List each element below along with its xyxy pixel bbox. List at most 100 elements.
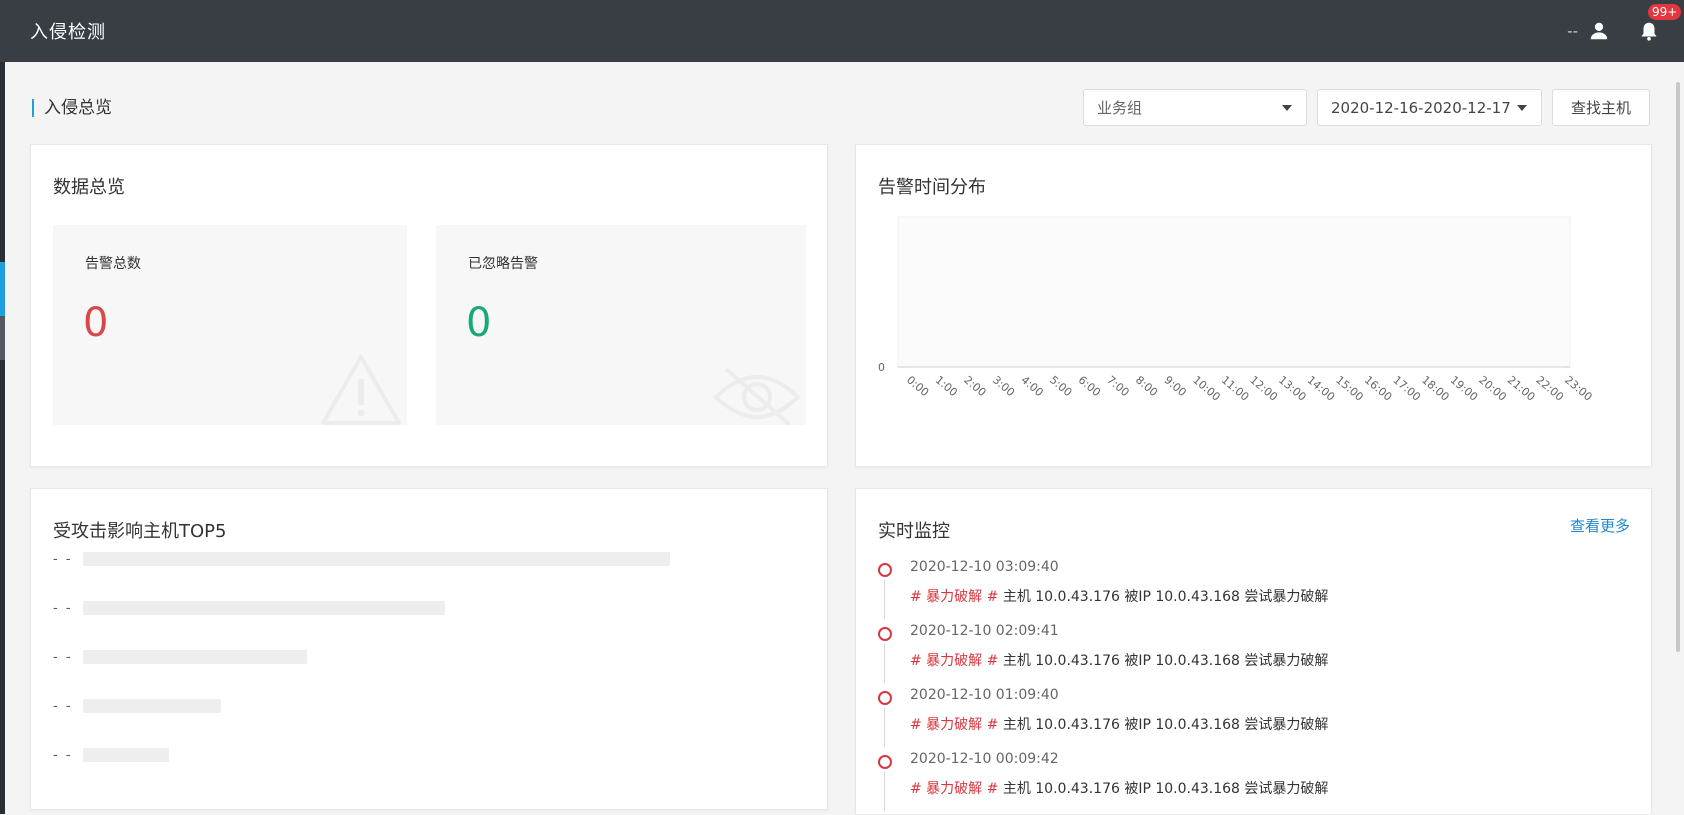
event-time: 2020-12-10 03:09:40 <box>910 559 1059 575</box>
x-tick-label: 15:00 <box>1333 373 1366 403</box>
event-text: 主机 10.0.43.176 被IP 10.0.43.168 尝试暴力破解 <box>998 717 1329 733</box>
top5-hosts-card: 受攻击影响主机TOP5 - - - - - - - - - - <box>30 488 828 810</box>
x-tick-label: 3:00 <box>990 373 1017 399</box>
filters: 业务组 2020-12-16-2020-12-17 查找主机 <box>1082 89 1650 126</box>
notification-bell[interactable]: 99+ <box>1636 4 1682 44</box>
event-message: # 暴力破解 # 主机 10.0.43.176 被IP 10.0.43.168 … <box>910 778 1328 798</box>
ignored-alerts-value: 0 <box>466 300 492 346</box>
top5-host-label: - - <box>53 698 73 714</box>
total-alerts-label: 告警总数 <box>85 256 141 272</box>
timeline-event[interactable]: 2020-12-10 02:09:41 # 暴力破解 # 主机 10.0.43.1… <box>878 623 1628 687</box>
x-tick-label: 1:00 <box>933 373 960 399</box>
top5-bar <box>83 748 169 762</box>
event-tag[interactable]: # 暴力破解 # <box>910 653 998 669</box>
notification-badge: 99+ <box>1648 4 1682 20</box>
realtime-monitor-card: 实时监控 查看更多 2020-12-10 03:09:40 # 暴力破解 # 主机… <box>855 488 1652 814</box>
caret-down-icon <box>1281 105 1292 111</box>
user-icon[interactable] <box>1586 18 1612 44</box>
y-tick-label: 0 <box>878 361 885 374</box>
view-more-link[interactable]: 查看更多 <box>1570 515 1630 536</box>
timeline-connector <box>884 771 885 811</box>
event-time: 2020-12-10 02:09:41 <box>910 623 1059 639</box>
section-title: 入侵总览 <box>32 99 112 117</box>
top5-bar <box>83 552 670 566</box>
timeline-dot-icon <box>878 691 892 705</box>
top5-bar <box>83 601 445 615</box>
caret-down-icon <box>1516 105 1527 111</box>
x-tick-label: 6:00 <box>1076 373 1103 399</box>
bell-icon <box>1641 22 1657 41</box>
top5-row[interactable]: - - <box>53 698 221 714</box>
top5-title: 受攻击影响主机TOP5 <box>53 521 227 542</box>
timeline-event[interactable]: 2020-12-10 01:09:40 # 暴力破解 # 主机 10.0.43.1… <box>878 687 1628 751</box>
x-tick-label: 18:00 <box>1419 373 1452 403</box>
x-tick-label: 10:00 <box>1190 373 1223 403</box>
event-tag[interactable]: # 暴力破解 # <box>910 717 998 733</box>
chart-plot-area <box>897 216 1571 368</box>
x-tick-label: 20:00 <box>1476 373 1509 403</box>
find-host-button[interactable]: 查找主机 <box>1551 89 1650 126</box>
top5-host-label: - - <box>53 747 73 763</box>
top-bar-right: -- 99+ <box>1567 4 1682 44</box>
time-distribution-card: 告警时间分布 0 0:00 1:00 2:00 3:00 4:00 5:00 6:00 7:00… <box>855 144 1652 467</box>
x-tick-label: 7:00 <box>1104 373 1131 399</box>
date-range-value: 2020-12-16-2020-12-17 <box>1330 98 1511 117</box>
x-tick-label: 23:00 <box>1562 373 1595 403</box>
top5-row[interactable]: - - <box>53 551 670 567</box>
timeline-dot-icon <box>878 563 892 577</box>
x-tick-label: 21:00 <box>1505 373 1538 403</box>
event-tag[interactable]: # 暴力破解 # <box>910 589 998 605</box>
event-text: 主机 10.0.43.176 被IP 10.0.43.168 尝试暴力破解 <box>998 589 1329 605</box>
alert-time-chart[interactable]: 0 0:00 1:00 2:00 3:00 4:00 5:00 6:00 7:00 8:00 9:0… <box>856 145 1653 468</box>
total-alerts-value: 0 <box>83 300 109 346</box>
x-tick-label: 8:00 <box>1133 373 1160 399</box>
ignored-alerts-label: 已忽略告警 <box>468 256 538 272</box>
app-title: 入侵检测 <box>30 22 106 43</box>
event-text: 主机 10.0.43.176 被IP 10.0.43.168 尝试暴力破解 <box>998 653 1329 669</box>
username[interactable]: -- <box>1567 22 1578 40</box>
total-alerts-box[interactable]: 告警总数 0 <box>53 225 407 425</box>
date-range-select[interactable]: 2020-12-16-2020-12-17 <box>1316 89 1542 126</box>
warning-icon <box>321 355 401 425</box>
timeline-event[interactable]: 2020-12-10 00:09:42 # 暴力破解 # 主机 10.0.43.1… <box>878 751 1628 815</box>
ignored-alerts-box[interactable]: 已忽略告警 0 <box>436 225 806 425</box>
timeline-connector <box>884 643 885 683</box>
sidebar-active-indicator[interactable] <box>0 262 5 316</box>
top5-row[interactable]: - - <box>53 747 169 763</box>
event-timeline: 2020-12-10 03:09:40 # 暴力破解 # 主机 10.0.43.1… <box>878 559 1628 815</box>
event-text: 主机 10.0.43.176 被IP 10.0.43.168 尝试暴力破解 <box>998 781 1329 797</box>
timeline-connector <box>884 707 885 747</box>
top5-bar <box>83 699 221 713</box>
event-message: # 暴力破解 # 主机 10.0.43.176 被IP 10.0.43.168 … <box>910 586 1328 606</box>
x-tick-label: 11:00 <box>1219 373 1252 403</box>
timeline-connector <box>884 579 885 619</box>
top5-row[interactable]: - - <box>53 649 307 665</box>
event-message: # 暴力破解 # 主机 10.0.43.176 被IP 10.0.43.168 … <box>910 650 1328 670</box>
x-tick-label: 22:00 <box>1533 373 1566 403</box>
timeline-dot-icon <box>878 755 892 769</box>
x-tick-label: 0:00 <box>904 373 931 399</box>
x-tick-label: 5:00 <box>1047 373 1074 399</box>
x-tick-label: 14:00 <box>1305 373 1338 403</box>
business-group-select[interactable]: 业务组 <box>1082 89 1307 126</box>
x-tick-label: 16:00 <box>1362 373 1395 403</box>
top5-row[interactable]: - - <box>53 600 445 616</box>
business-group-value: 业务组 <box>1096 99 1142 117</box>
scrollbar-thumb[interactable] <box>1676 82 1680 652</box>
x-tick-label: 2:00 <box>961 373 988 399</box>
event-time: 2020-12-10 01:09:40 <box>910 687 1059 703</box>
sidebar-item[interactable] <box>0 316 5 360</box>
top-bar: 入侵检测 -- 99+ <box>0 0 1684 62</box>
x-tick-label: 9:00 <box>1162 373 1189 399</box>
section-header: 入侵总览 业务组 2020-12-16-2020-12-17 查找主机 <box>30 88 1650 128</box>
x-tick-label: 19:00 <box>1448 373 1481 403</box>
timeline-dot-icon <box>878 627 892 641</box>
event-tag[interactable]: # 暴力破解 # <box>910 781 998 797</box>
event-time: 2020-12-10 00:09:42 <box>910 751 1059 767</box>
event-message: # 暴力破解 # 主机 10.0.43.176 被IP 10.0.43.168 … <box>910 714 1328 734</box>
top5-host-label: - - <box>53 600 73 616</box>
x-tick-label: 17:00 <box>1390 373 1423 403</box>
x-tick-label: 4:00 <box>1019 373 1046 399</box>
timeline-event[interactable]: 2020-12-10 03:09:40 # 暴力破解 # 主机 10.0.43.1… <box>878 559 1628 623</box>
scrollbar[interactable] <box>1672 62 1684 814</box>
